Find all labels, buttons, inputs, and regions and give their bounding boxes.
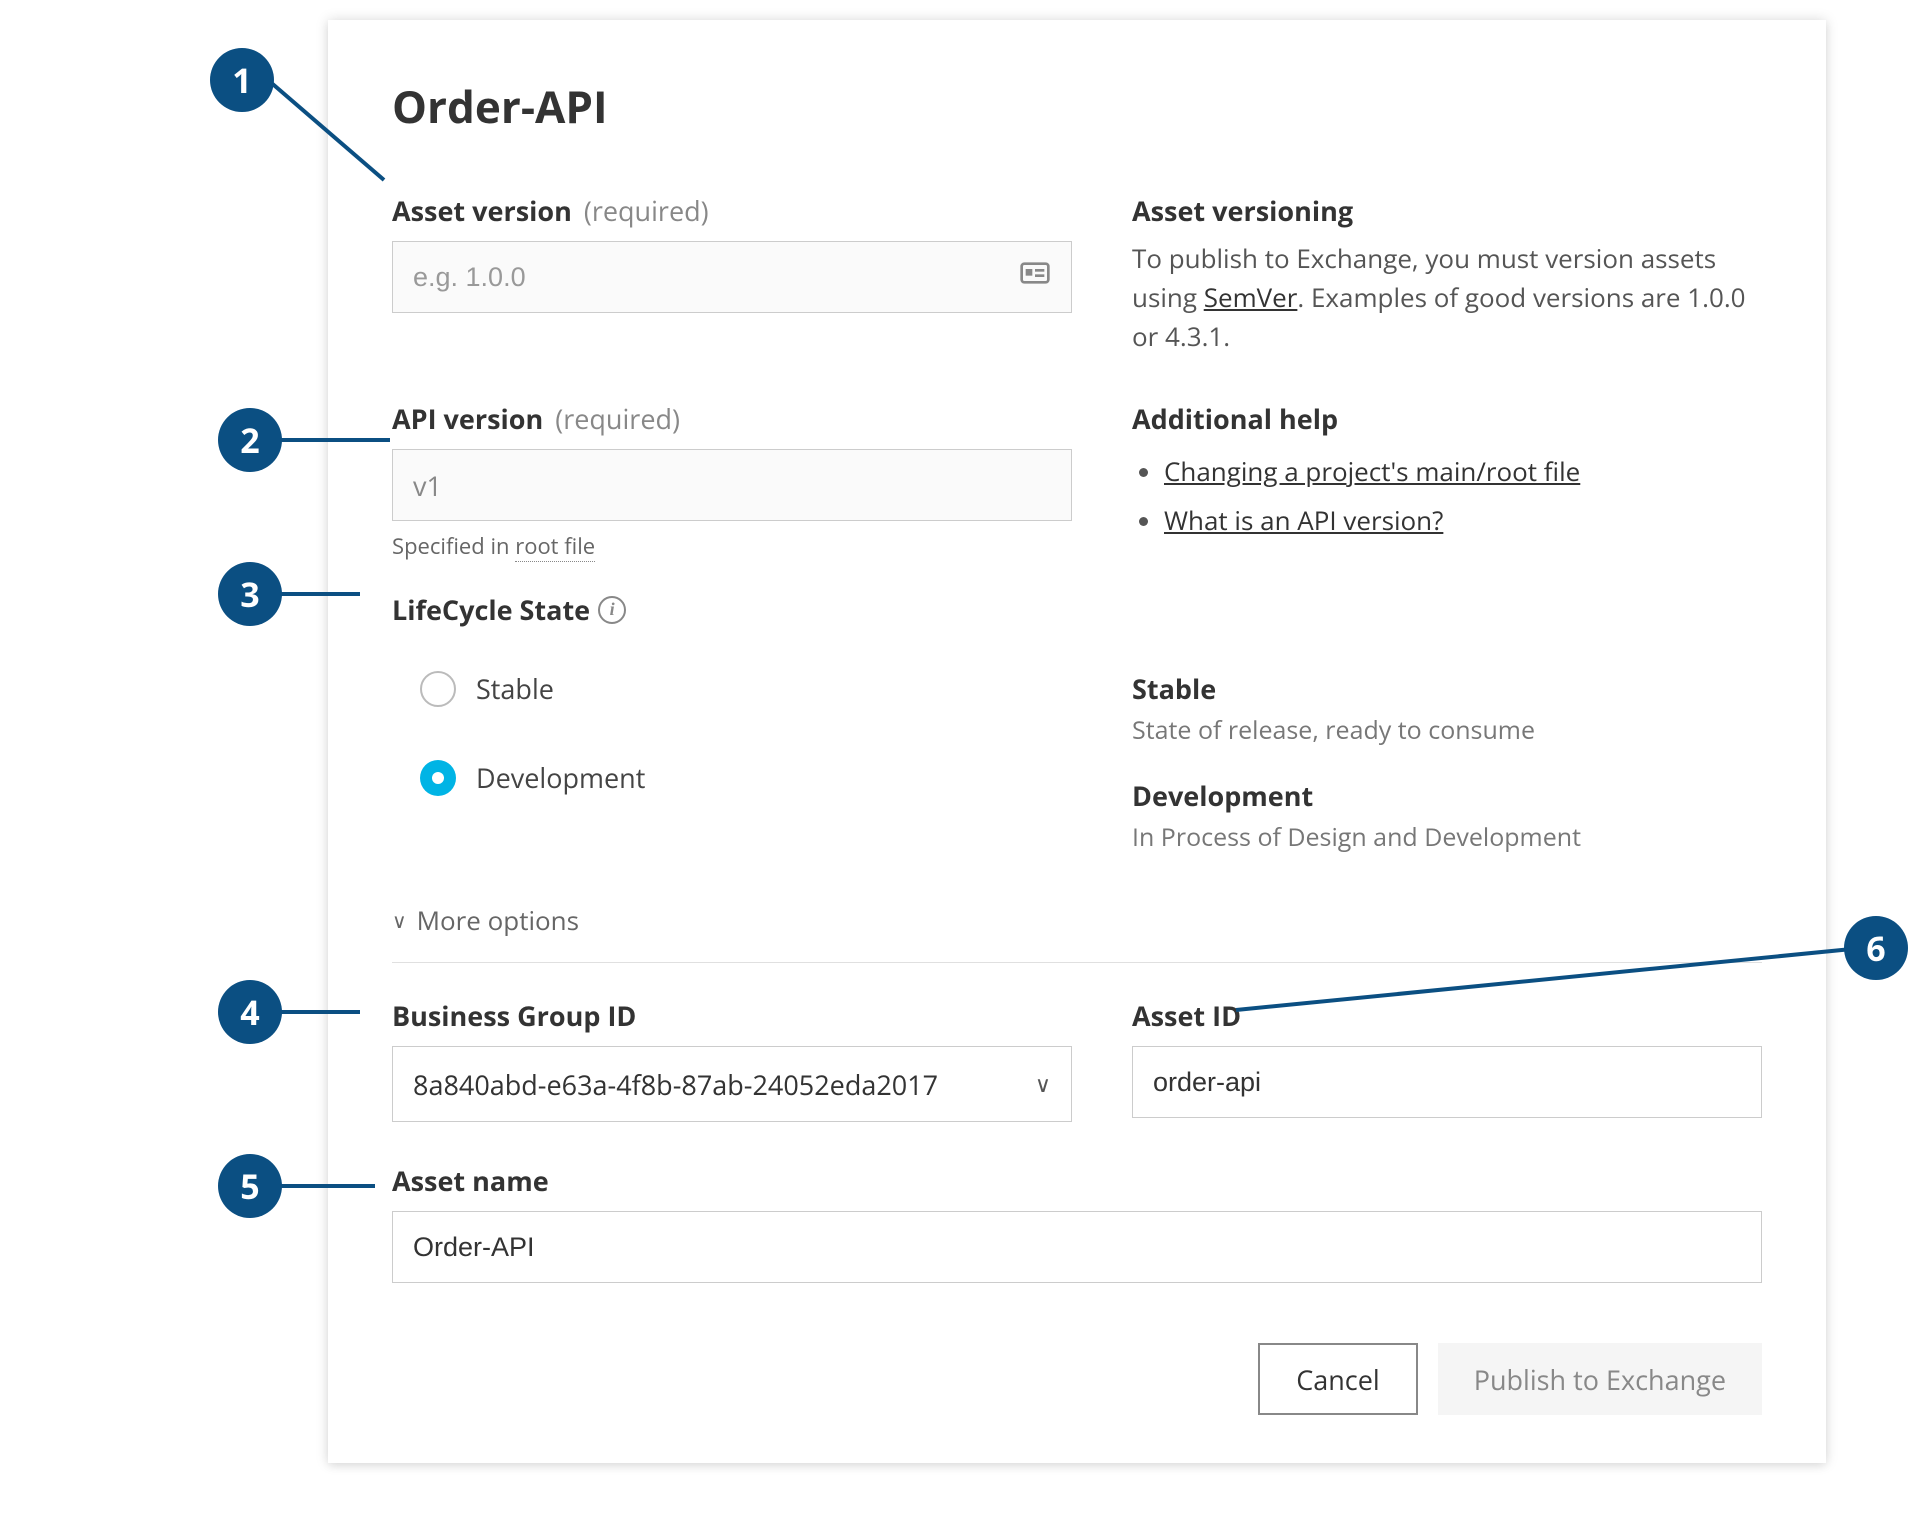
callout-3: 3 [218, 562, 282, 626]
versioning-help-text: To publish to Exchange, you must version… [1132, 239, 1762, 356]
business-group-label: Business Group ID [392, 997, 1072, 1034]
state-stable-desc: State of release, ready to consume [1132, 713, 1762, 747]
lifecycle-radio-group: Stable Development [392, 670, 1072, 796]
radio-stable[interactable]: Stable [420, 670, 1072, 707]
chevron-down-icon: ∨ [392, 907, 407, 934]
semver-link[interactable]: SemVer [1204, 279, 1298, 315]
required-tag: (required) [555, 400, 680, 437]
versioning-help-title: Asset versioning [1132, 192, 1762, 229]
asset-version-row: Asset version (required) Asset versionin… [392, 192, 1762, 356]
card-icon [1019, 257, 1051, 297]
callout-1: 1 [210, 48, 274, 112]
api-version-label-text: API version [392, 400, 543, 437]
help-link-apiversion[interactable]: What is an API version? [1164, 502, 1443, 538]
radio-label: Development [476, 759, 645, 796]
asset-version-input-wrap [392, 241, 1072, 313]
lifecycle-row: Stable Development Stable State of relea… [392, 640, 1762, 884]
callout-circle: 4 [218, 980, 282, 1044]
info-icon[interactable]: i [598, 596, 626, 624]
api-version-hint-prefix: Specified in [392, 531, 515, 561]
state-dev-title: Development [1132, 777, 1762, 814]
additional-help-list: Changing a project's main/root file What… [1132, 447, 1762, 546]
business-group-value: 8a840abd-e63a-4f8b-87ab-24052eda2017 [413, 1066, 938, 1103]
asset-name-section: Asset name [392, 1162, 1762, 1283]
more-options-toggle[interactable]: ∨ More options [392, 902, 1762, 938]
api-version-label: API version (required) [392, 400, 1072, 437]
api-version-row: API version (required) v1 Specified in r… [392, 400, 1762, 561]
root-file-link[interactable]: root file [515, 531, 595, 562]
cancel-button[interactable]: Cancel [1258, 1343, 1417, 1415]
callout-circle: 2 [218, 408, 282, 472]
state-stable-title: Stable [1132, 670, 1762, 707]
business-group-select[interactable]: 8a840abd-e63a-4f8b-87ab-24052eda2017 ∨ [392, 1046, 1072, 1122]
divider [392, 962, 1762, 963]
asset-name-input[interactable] [413, 1212, 1741, 1282]
callout-4: 4 [218, 980, 282, 1044]
radio-circle-selected-icon [420, 760, 456, 796]
api-version-input-wrap: v1 [392, 449, 1072, 521]
callout-5: 5 [218, 1154, 282, 1218]
callout-circle: 1 [210, 48, 274, 112]
help-item: What is an API version? [1164, 496, 1762, 545]
callout-circle: 6 [1844, 916, 1908, 980]
additional-help-title: Additional help [1132, 400, 1762, 437]
chevron-down-icon: ∨ [1035, 1069, 1051, 1099]
cancel-button-label: Cancel [1296, 1361, 1379, 1398]
radio-label: Stable [476, 670, 554, 707]
dialog-button-row: Cancel Publish to Exchange [392, 1343, 1762, 1415]
radio-circle-icon [420, 671, 456, 707]
callout-circle: 3 [218, 562, 282, 626]
asset-id-input-wrap [1132, 1046, 1762, 1118]
asset-version-label: Asset version (required) [392, 192, 1072, 229]
lifecycle-label-text: LifeCycle State [392, 591, 590, 628]
asset-id-label: Asset ID [1132, 997, 1762, 1034]
publish-button[interactable]: Publish to Exchange [1438, 1343, 1762, 1415]
required-tag: (required) [584, 192, 709, 229]
asset-id-input[interactable] [1153, 1047, 1741, 1117]
radio-development[interactable]: Development [420, 759, 1072, 796]
ids-row: Business Group ID 8a840abd-e63a-4f8b-87a… [392, 997, 1762, 1122]
state-dev-desc: In Process of Design and Development [1132, 820, 1762, 854]
callout-2: 2 [218, 408, 282, 472]
api-version-hint: Specified in root file [392, 531, 1072, 561]
more-options-label: More options [417, 902, 579, 938]
callout-circle: 5 [218, 1154, 282, 1218]
asset-name-label: Asset name [392, 1162, 1762, 1199]
asset-version-label-text: Asset version [392, 192, 572, 229]
lifecycle-label: LifeCycle State i [392, 591, 1762, 628]
publish-button-label: Publish to Exchange [1474, 1361, 1726, 1398]
callout-6: 6 [1844, 916, 1908, 980]
asset-name-input-wrap [392, 1211, 1762, 1283]
publish-dialog: Order-API Asset version (required) Asset… [328, 20, 1826, 1463]
asset-version-input[interactable] [413, 242, 1019, 312]
help-link-rootfile[interactable]: Changing a project's main/root file [1164, 453, 1580, 489]
dialog-title: Order-API [392, 76, 1762, 136]
help-item: Changing a project's main/root file [1164, 447, 1762, 496]
api-version-value: v1 [413, 467, 442, 504]
